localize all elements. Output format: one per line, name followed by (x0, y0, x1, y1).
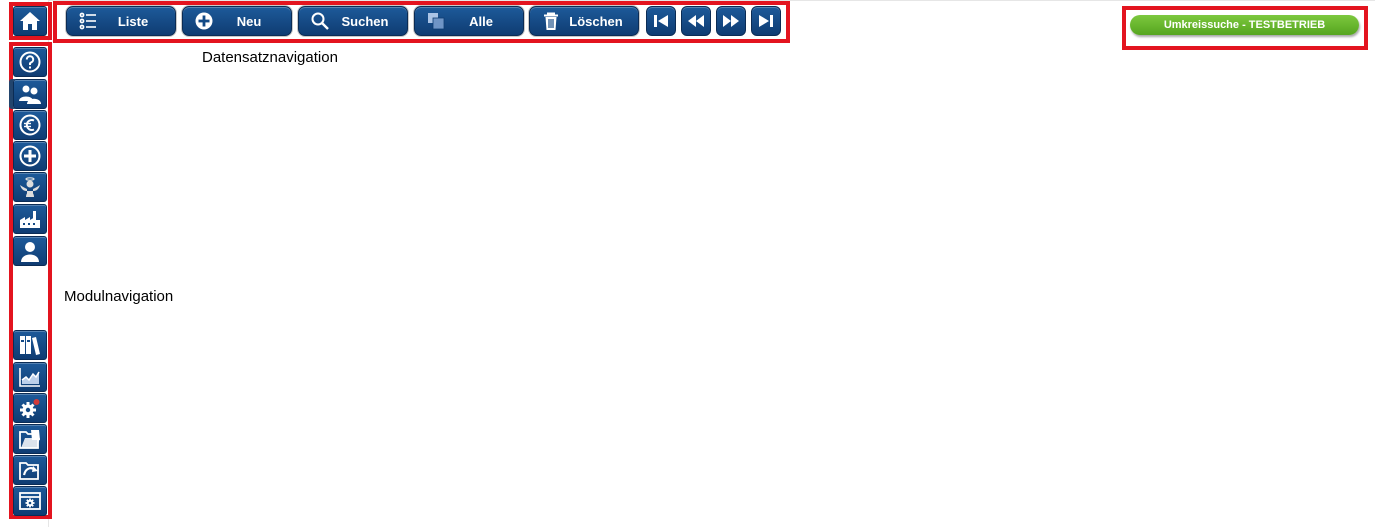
sidebar-person-button[interactable] (13, 236, 47, 266)
last-record-button[interactable] (751, 6, 781, 36)
home-icon (20, 12, 40, 30)
euro-icon (19, 114, 41, 136)
sidebar-chart-button[interactable] (13, 362, 47, 392)
trash-icon (544, 12, 558, 30)
copy-icon (428, 13, 445, 30)
folder-open-icon (19, 430, 40, 449)
environment-badge: Umkreissuche - TESTBETRIEB (1130, 15, 1359, 35)
help-icon (19, 51, 41, 73)
liste-label: Liste (117, 13, 149, 29)
sidebar-settings-button[interactable] (13, 393, 47, 423)
sidebar-plus-button[interactable] (13, 141, 47, 171)
alle-button[interactable]: Alle (414, 6, 524, 36)
sidebar-binders-button[interactable] (13, 330, 47, 360)
loeschen-button[interactable]: Löschen (529, 6, 639, 36)
factory-icon (20, 211, 40, 228)
search-icon (311, 12, 329, 30)
window-gear-icon (19, 492, 41, 510)
toolbar-caption: Datensatznavigation (202, 49, 338, 66)
sidebar-window-gear-button[interactable] (13, 486, 47, 516)
sidebar-help-button[interactable] (13, 47, 47, 77)
suchen-button[interactable]: Suchen (298, 6, 408, 36)
angel-icon (20, 177, 40, 197)
sidebar-angel-button[interactable] (13, 172, 47, 202)
next-record-button[interactable] (716, 6, 746, 36)
chart-icon (19, 368, 40, 387)
sidebar-euro-button[interactable] (13, 110, 47, 140)
person-icon (21, 242, 39, 262)
first-record-button[interactable] (646, 6, 676, 36)
sidebar-folder-arrow-button[interactable] (13, 455, 47, 485)
sidebar-factory-button[interactable] (13, 204, 47, 234)
previous-record-icon (688, 15, 704, 27)
sidebar-caption: Modulnavigation (64, 288, 174, 305)
next-record-icon (723, 15, 739, 27)
suchen-label: Suchen (341, 13, 389, 29)
liste-button[interactable]: Liste (66, 6, 176, 36)
neu-label: Neu (236, 13, 262, 29)
binders-icon (20, 336, 40, 355)
sidebar-users-button[interactable] (13, 79, 47, 109)
first-record-icon (654, 15, 668, 27)
loeschen-label: Löschen (569, 13, 623, 29)
list-icon (79, 12, 96, 30)
previous-record-button[interactable] (681, 6, 711, 36)
home-button[interactable] (13, 6, 47, 36)
neu-button[interactable]: Neu (182, 6, 292, 36)
plus-circle-icon (195, 12, 213, 30)
folder-arrow-icon (19, 462, 39, 480)
sidebar-folder-open-button[interactable] (13, 424, 47, 454)
last-record-icon (759, 15, 773, 27)
alle-label: Alle (469, 13, 493, 29)
users-icon (19, 85, 41, 104)
settings-icon (20, 399, 40, 418)
plus-icon (19, 145, 41, 167)
